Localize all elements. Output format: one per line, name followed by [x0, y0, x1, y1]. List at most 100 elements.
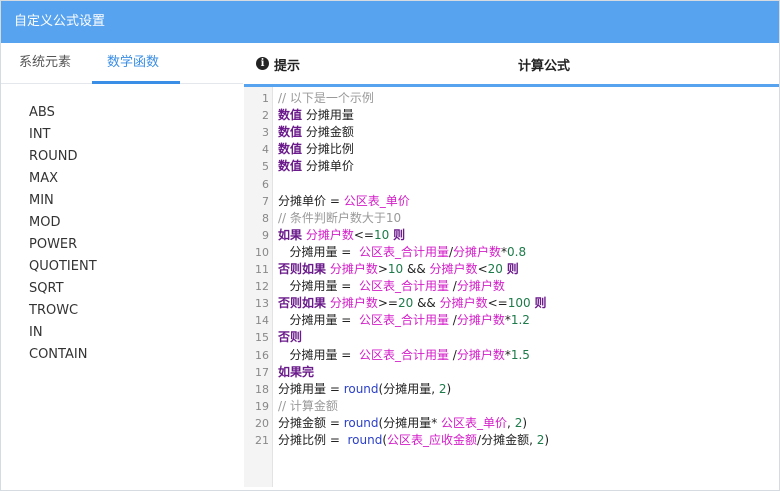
code-token: 公区表_单价: [441, 415, 508, 430]
line-number: 18: [255, 382, 269, 396]
code-token: 分摊用量 =: [278, 244, 359, 259]
code-token: <: [477, 262, 488, 276]
function-item[interactable]: CONTAIN: [29, 344, 97, 366]
tab-math-functions[interactable]: 数学函数: [107, 43, 159, 83]
code-token: 公区表_应收金额: [387, 433, 478, 447]
line-number: 1: [262, 92, 269, 105]
code-token: 如果: [278, 227, 303, 242]
code-token: 则: [506, 262, 519, 276]
function-item[interactable]: MAX: [29, 168, 97, 190]
hint-label[interactable]: 提示: [274, 55, 300, 74]
code-token: 1.2: [510, 313, 530, 328]
code-token: 则: [534, 296, 547, 311]
code-line: // 以下是一个示例: [278, 90, 374, 107]
line-number: 9: [262, 228, 269, 242]
code-token: // 以下是一个示例: [278, 91, 374, 105]
code-token: 数值: [278, 142, 303, 157]
formula-title: 计算公式: [518, 59, 571, 74]
line-number: 19: [255, 399, 269, 413]
code-token: 分摊单价 =: [278, 193, 344, 208]
code-token: ): [522, 415, 528, 430]
function-item[interactable]: POWER: [29, 234, 97, 256]
code-token: &&: [403, 262, 430, 276]
formula-editor[interactable]: 1 2 3 4 5 6 7 8 9 10 11 12 13 14 15 16 17 18 19 20 21 // 以下是…: [244, 87, 779, 487]
code-token: // 计算金额: [278, 398, 338, 413]
code-token: 分摊户数: [439, 296, 488, 311]
code-token: 分摊户数: [429, 262, 478, 276]
code-line: 数值 分摊用量: [278, 107, 354, 124]
code-token: <=: [353, 227, 374, 242]
code-token: 100: [507, 296, 531, 311]
function-item[interactable]: QUOTIENT: [29, 256, 97, 278]
function-item[interactable]: IN: [29, 322, 97, 344]
code-token: 数值: [278, 159, 303, 174]
info-circle-icon: i: [256, 57, 269, 70]
code-token: 分摊户数: [305, 227, 354, 242]
code-line: 分摊金额 = round(分摊用量* 公区表_单价, 2): [278, 415, 527, 432]
code-token: ): [544, 433, 550, 447]
code-token: round: [343, 381, 379, 396]
code-token: ): [446, 381, 452, 396]
code-token: 10: [373, 227, 390, 242]
function-item[interactable]: MOD: [29, 212, 97, 234]
code-token: 分摊户数: [329, 296, 378, 311]
code-token: 分摊金额: [302, 125, 354, 140]
code-token: >: [377, 262, 388, 276]
code-token: 公区表_合计用量: [358, 313, 449, 328]
line-number: 17: [255, 365, 269, 379]
code-token: /: [448, 279, 457, 294]
code-token: 数值: [278, 125, 303, 140]
code-token: 分摊比例: [302, 142, 354, 157]
function-list: ABS INT ROUND MAX MIN MOD POWER QUOTIENT SQRT TRO…: [29, 102, 97, 366]
left-tabs: 系统元素 数学函数: [1, 43, 243, 84]
line-number: 8: [262, 211, 269, 225]
function-item[interactable]: SQRT: [29, 278, 97, 300]
code-token: 公区表_合计用量: [358, 244, 449, 259]
line-number: 6: [262, 177, 269, 191]
code-token: 分摊户数: [329, 262, 378, 276]
code-token: 分摊金额 =: [278, 415, 344, 430]
code-token: <=: [487, 296, 508, 311]
code-token: 分摊户数: [456, 347, 505, 362]
code-line: 如果完: [278, 364, 314, 381]
code-token: 分摊用量 =: [278, 347, 359, 362]
code-token: 0.8: [507, 244, 527, 259]
code-token: 分摊用量 =: [278, 279, 359, 294]
code-line: 数值 分摊比例: [278, 141, 354, 158]
code-token: 数值: [278, 108, 303, 123]
code-token: 分摊用量 =: [278, 381, 344, 396]
line-number: 11: [255, 263, 269, 276]
code-line: // 条件判断户数大于10: [278, 210, 401, 227]
code-token: 否则如果: [278, 262, 327, 276]
code-token: 否则: [278, 330, 303, 345]
formula-dialog: 自定义公式设置 系统元素 数学函数 ABS INT ROUND MAX MIN MOD PO…: [0, 0, 780, 491]
line-number-gutter: 1 2 3 4 5 6 7 8 9 10 11 12 13 14 15 16 17 18 19 20 21: [244, 87, 273, 487]
code-token: 则: [393, 227, 406, 242]
code-line: 分摊比例 = round(公区表_应收金额/分摊金额, 2): [278, 432, 549, 449]
code-token: &&: [413, 296, 440, 311]
line-number: 14: [255, 314, 269, 328]
function-item[interactable]: INT: [29, 124, 97, 146]
code-token: 分摊用量: [302, 108, 354, 123]
dialog-title: 自定义公式设置: [1, 1, 779, 43]
function-item[interactable]: MIN: [29, 190, 97, 212]
code-token: 公区表_合计用量: [358, 279, 449, 294]
line-number: 13: [255, 297, 269, 311]
tab-system-elements[interactable]: 系统元素: [19, 43, 71, 83]
code-token: 20: [397, 296, 414, 311]
line-number: 16: [255, 348, 269, 362]
line-number: 20: [255, 416, 269, 430]
code-token: 20: [487, 262, 503, 276]
code-token: >=: [377, 296, 398, 311]
function-item[interactable]: ROUND: [29, 146, 97, 168]
code-line: 分摊用量 = 公区表_合计用量 /分摊户数*1.5: [278, 347, 530, 364]
code-token: 分摊比例 =: [278, 433, 348, 447]
code-token: 1.5: [510, 347, 530, 362]
line-number: 4: [262, 143, 269, 157]
function-item[interactable]: ABS: [29, 102, 97, 124]
code-line: 分摊用量 = 公区表_合计用量/分摊户数*0.8: [278, 244, 526, 261]
code-token: 分摊户数: [453, 244, 502, 259]
code-token: 如果完: [278, 364, 315, 379]
line-number: 12: [255, 280, 269, 294]
function-item[interactable]: TROWC: [29, 300, 97, 322]
